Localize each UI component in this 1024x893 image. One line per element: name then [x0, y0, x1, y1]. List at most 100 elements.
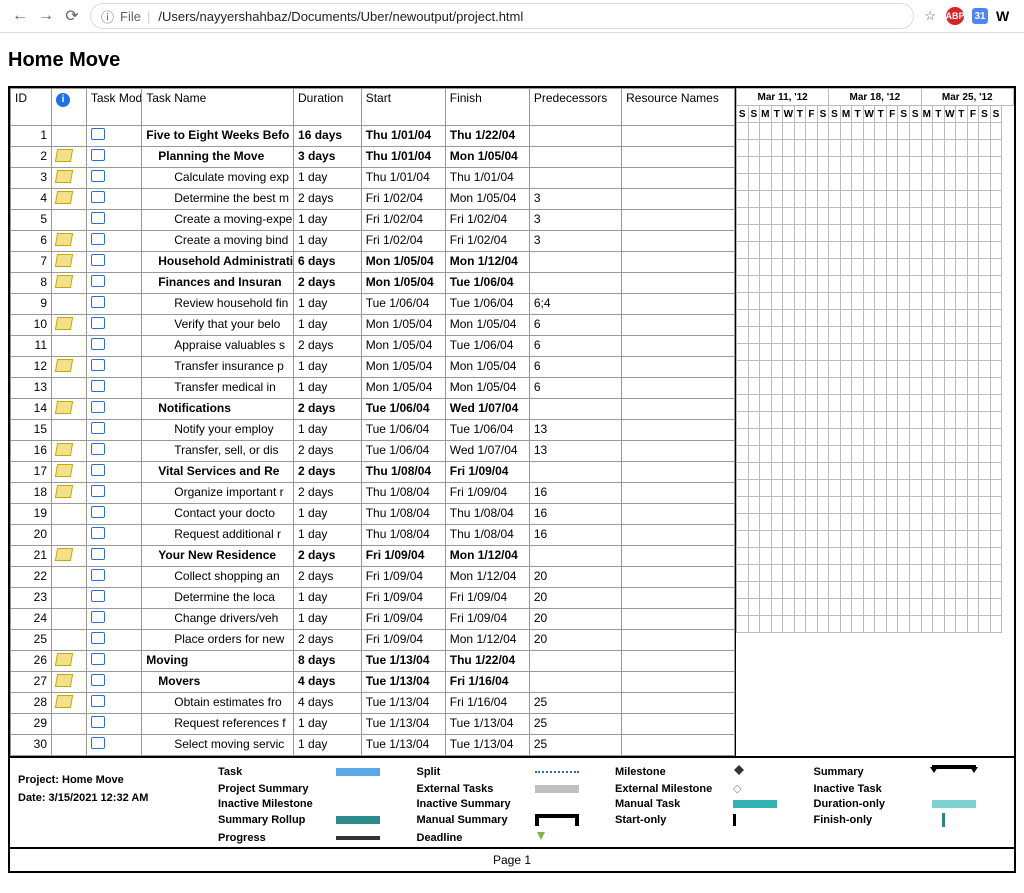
timeline-day: M	[921, 106, 933, 123]
timeline-row	[737, 582, 1014, 599]
task-mode-icon	[91, 191, 105, 203]
cell-predecessors	[529, 252, 621, 273]
cell-resources	[622, 315, 735, 336]
cell-name: Transfer insurance p	[142, 357, 294, 378]
task-mode-icon	[91, 569, 105, 581]
cell-id: 10	[11, 315, 52, 336]
address-bar[interactable]: ⓘ File | /Users/nayyershahbaz/Documents/…	[90, 3, 914, 29]
file-origin-chip: ⓘ File |	[101, 7, 150, 26]
timeline-day: S	[990, 106, 1002, 123]
cell-resources	[622, 504, 735, 525]
task-mode-icon	[91, 149, 105, 161]
timeline-row	[737, 242, 1014, 259]
diamond-outline-icon: ◇	[733, 782, 741, 795]
timeline-week: Mar 11, '12	[737, 89, 829, 106]
cell-name: Place orders for new	[142, 630, 294, 651]
page-title: Home Move	[8, 49, 1016, 72]
cell-id: 17	[11, 462, 52, 483]
swatch-finish	[932, 813, 945, 827]
cell-resources	[622, 210, 735, 231]
cell-name: Notifications	[142, 399, 294, 420]
legend-ext-milestone: External Milestone	[615, 783, 725, 795]
cell-duration: 2 days	[294, 399, 362, 420]
cell-name: Calculate moving exp	[142, 168, 294, 189]
cell-resources	[622, 588, 735, 609]
cell-predecessors	[529, 546, 621, 567]
cell-info	[52, 672, 87, 693]
note-icon	[55, 359, 73, 372]
cell-info	[52, 462, 87, 483]
cell-info	[52, 525, 87, 546]
legend-inactive-ms: Inactive Milestone	[218, 798, 328, 810]
cell-mode	[86, 441, 141, 462]
forward-icon[interactable]: →	[38, 8, 54, 24]
cell-id: 23	[11, 588, 52, 609]
cell-resources	[622, 294, 735, 315]
timeline-day: T	[933, 106, 945, 123]
legend-manual: Manual Task	[615, 798, 725, 810]
cell-resources	[622, 462, 735, 483]
note-icon	[55, 401, 73, 414]
cell-duration: 1 day	[294, 609, 362, 630]
cell-name: Verify that your belo	[142, 315, 294, 336]
cell-resources	[622, 336, 735, 357]
extension-square-icon[interactable]: 31	[972, 8, 988, 24]
task-mode-icon	[91, 359, 105, 371]
cell-info	[52, 630, 87, 651]
timeline-day: S	[748, 106, 760, 123]
cell-finish: Thu 1/01/04	[445, 168, 529, 189]
cell-predecessors: 25	[529, 735, 621, 756]
timeline-day: T	[794, 106, 806, 123]
cell-finish: Mon 1/05/04	[445, 378, 529, 399]
cell-info	[52, 420, 87, 441]
cell-resources	[622, 567, 735, 588]
cell-info	[52, 294, 87, 315]
cell-id: 1	[11, 126, 52, 147]
cell-finish: Fri 1/09/04	[445, 588, 529, 609]
cell-id: 2	[11, 147, 52, 168]
star-icon[interactable]: ☆	[924, 8, 936, 24]
swatch-manual	[733, 800, 777, 808]
cell-resources	[622, 630, 735, 651]
note-icon	[55, 674, 73, 687]
cell-predecessors: 16	[529, 525, 621, 546]
cell-mode	[86, 399, 141, 420]
cell-id: 11	[11, 336, 52, 357]
cell-id: 27	[11, 672, 52, 693]
table-row: 23Determine the loca1 dayFri 1/09/04Fri …	[11, 588, 735, 609]
cell-finish: Fri 1/16/04	[445, 693, 529, 714]
abp-icon[interactable]: ABP	[946, 7, 964, 25]
task-mode-icon	[91, 128, 105, 140]
cell-duration: 1 day	[294, 315, 362, 336]
col-info: i	[52, 89, 87, 126]
timeline-day: S	[909, 106, 921, 123]
col-predecessors: Predecessors	[529, 89, 621, 126]
cell-info	[52, 588, 87, 609]
timeline-row	[737, 378, 1014, 395]
cell-predecessors: 16	[529, 504, 621, 525]
cell-mode	[86, 504, 141, 525]
timeline-row	[737, 208, 1014, 225]
cell-info	[52, 693, 87, 714]
timeline-pane: Mar 11, '12Mar 18, '12Mar 25, '12 SSMTWT…	[735, 88, 1014, 756]
legend-finish-only: Finish-only	[814, 814, 924, 826]
timeline-row	[737, 497, 1014, 514]
cell-duration: 2 days	[294, 483, 362, 504]
extension-w-icon[interactable]: W	[996, 8, 1012, 24]
back-icon[interactable]: ←	[12, 8, 28, 24]
cell-start: Fri 1/09/04	[361, 567, 445, 588]
reload-icon[interactable]: ⟳	[64, 8, 80, 24]
cell-duration: 1 day	[294, 357, 362, 378]
task-mode-icon	[91, 443, 105, 455]
cell-duration: 1 day	[294, 588, 362, 609]
timeline-row	[737, 293, 1014, 310]
diamond-icon	[733, 764, 745, 779]
cell-finish: Tue 1/06/04	[445, 420, 529, 441]
cell-finish: Tue 1/06/04	[445, 294, 529, 315]
note-icon	[55, 695, 73, 708]
info-icon: i	[56, 93, 70, 107]
cell-name: Transfer, sell, or dis	[142, 441, 294, 462]
cell-start: Thu 1/01/04	[361, 126, 445, 147]
table-row: 14Notifications2 daysTue 1/06/04Wed 1/07…	[11, 399, 735, 420]
timeline-row	[737, 174, 1014, 191]
